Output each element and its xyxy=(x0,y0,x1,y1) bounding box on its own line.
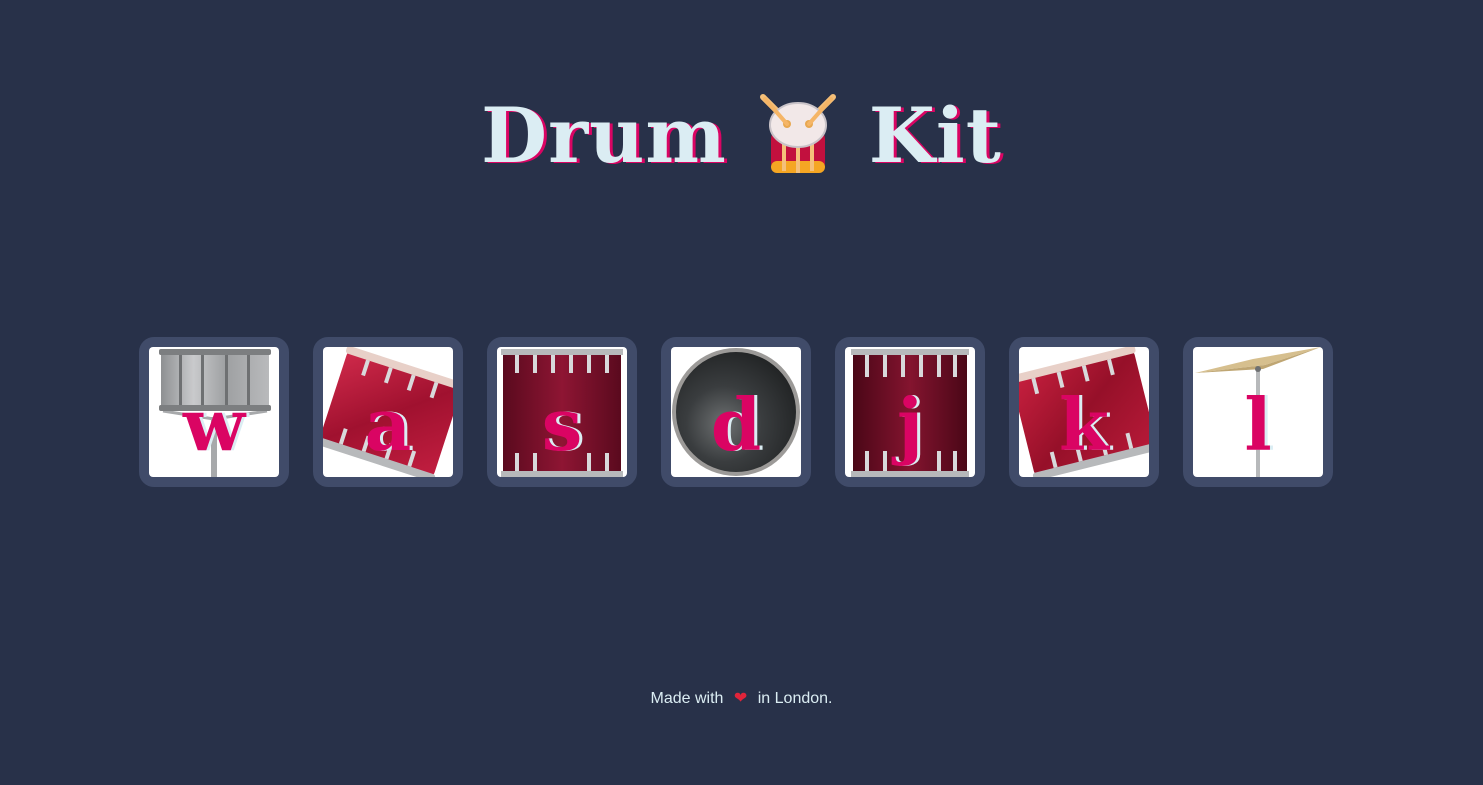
key-label-j: j xyxy=(896,382,924,467)
heart-icon: ❤ xyxy=(733,690,748,707)
key-label-d: d xyxy=(710,382,762,467)
drum-button-d[interactable]: d xyxy=(661,337,811,487)
drum-button-l[interactable]: l xyxy=(1183,337,1333,487)
footer: Made with ❤ in London. xyxy=(0,688,1483,708)
footer-prefix: Made with xyxy=(650,690,724,707)
key-label-w: w xyxy=(183,382,245,467)
drum-button-k[interactable]: k xyxy=(1009,337,1159,487)
drum-face: l xyxy=(1193,347,1323,477)
drum-button-j[interactable]: j xyxy=(835,337,985,487)
drum-face: s xyxy=(497,347,627,477)
drum-face: j xyxy=(845,347,975,477)
drum-face: k xyxy=(1019,347,1149,477)
drum-set: w a s d j k l xyxy=(139,337,1333,487)
key-label-l: l xyxy=(1244,382,1272,467)
drum-with-drumsticks-icon xyxy=(759,93,836,173)
drum-button-a[interactable]: a xyxy=(313,337,463,487)
drum-face: d xyxy=(671,347,801,477)
drum-button-w[interactable]: w xyxy=(139,337,289,487)
drum-face: a xyxy=(323,347,453,477)
page-title: Drum Kit xyxy=(0,91,1483,181)
key-label-k: k xyxy=(1059,382,1109,467)
key-label-a: a xyxy=(364,382,412,467)
key-label-s: s xyxy=(541,382,583,467)
title-word-kit: Kit xyxy=(868,90,1002,180)
drum-face: w xyxy=(149,347,279,477)
drum-button-s[interactable]: s xyxy=(487,337,637,487)
title-word-drum: Drum xyxy=(481,90,727,180)
footer-suffix: in London. xyxy=(757,690,833,707)
